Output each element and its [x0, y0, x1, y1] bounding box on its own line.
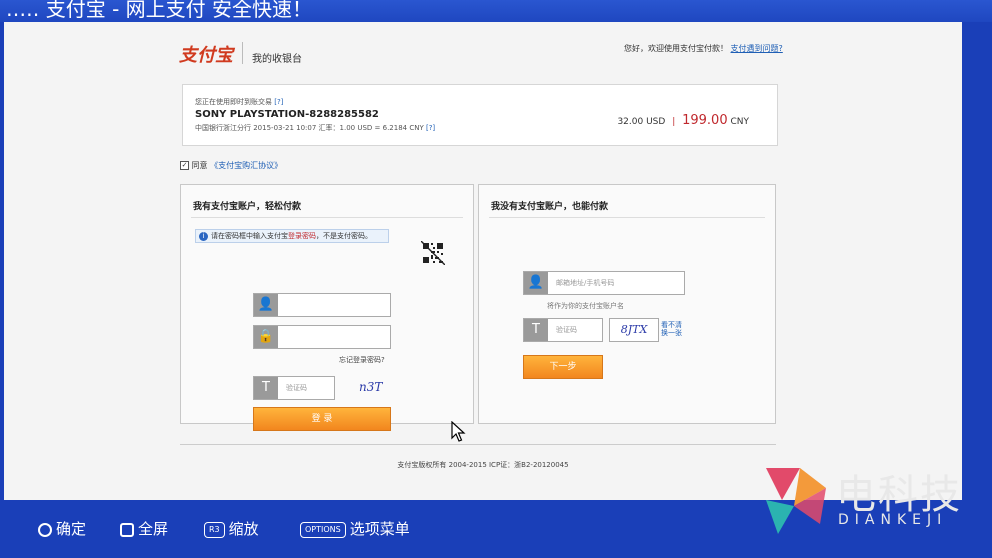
account-hint: 将作为你的支付宝账户名 — [547, 302, 624, 310]
zoom-label: 缩放 — [228, 520, 259, 538]
welcome-text: 您好，欢迎使用支付宝付款！ 支付遇到问题? — [624, 43, 783, 54]
agree-label: 同意 — [191, 161, 208, 170]
user-icon: 👤 — [524, 272, 548, 294]
options-label: 选项菜单 — [349, 520, 410, 538]
watermark-subtext: DIANKEJI — [838, 512, 948, 528]
circle-button-icon — [38, 522, 52, 537]
refresh-line-2: 换一张 — [661, 329, 682, 337]
notice-text-post: ，不是支付密码。 — [316, 232, 372, 240]
amount-separator: | — [672, 117, 676, 127]
mouse-cursor-icon — [451, 421, 466, 442]
footer-divider — [180, 444, 776, 445]
captcha-input[interactable]: T 验证码 — [523, 318, 603, 342]
amount-usd: 32.00 USD — [617, 117, 666, 127]
notice-text-highlight: 登录密码 — [288, 232, 316, 240]
exchange-help-link[interactable]: [?] — [426, 124, 435, 132]
guest-panel-title: 我没有支付宝账户，也能付款 — [491, 202, 609, 212]
confirm-label: 确定 — [56, 520, 87, 538]
email-phone-input[interactable]: 👤 邮箱地址/手机号码 — [523, 271, 685, 295]
lock-icon: 🔒 — [254, 326, 278, 348]
captcha-image[interactable]: n3T — [359, 380, 382, 394]
transaction-type-label: 您正在使用即时到账交易 — [195, 98, 272, 106]
cashier-title: 我的收银台 — [252, 54, 302, 65]
password-input[interactable]: 🔒 — [253, 325, 391, 349]
confirm-control[interactable]: 确定 — [38, 518, 86, 540]
watermark: 电科技 DIANKEJI — [764, 466, 974, 540]
alipay-logo[interactable]: 支付宝 — [179, 41, 233, 67]
password-notice: i 请在密码框中输入支付宝登录密码，不是支付密码。 — [195, 229, 389, 243]
zoom-control[interactable]: R3 缩放 — [204, 518, 259, 540]
login-panel: 我有支付宝账户，轻松付款 i 请在密码框中输入支付宝登录密码，不是支付密码。 👤 … — [180, 184, 474, 431]
login-button[interactable]: 登 录 — [253, 407, 391, 431]
order-summary: 您正在使用即时到账交易 [?] SONY PLAYSTATION-8288285… — [182, 84, 778, 146]
login-panel-title: 我有支付宝账户，轻松付款 — [193, 202, 302, 212]
captcha-image[interactable]: 8JTX — [609, 318, 659, 342]
agreement-row: ✓ 同意 《支付宝购汇协议》 — [180, 160, 282, 171]
forgot-password-link[interactable]: 忘记登录密码? — [339, 355, 385, 365]
refresh-captcha-link[interactable]: 看不清 换一张 — [661, 321, 682, 337]
exchange-rate: 中国银行浙江分行 2015-03-21 10:07 汇率：1.00 USD = … — [195, 123, 435, 133]
qr-code-icon[interactable] — [421, 241, 445, 265]
next-button[interactable]: 下一步 — [523, 355, 603, 379]
amount-cny: 199.00 — [682, 113, 728, 128]
guest-panel: 我没有支付宝账户，也能付款 👤 邮箱地址/手机号码 将作为你的支付宝账户名 T … — [478, 184, 776, 424]
options-control[interactable]: OPTIONS 选项菜单 — [300, 518, 410, 540]
welcome-message: 您好，欢迎使用支付宝付款！ — [624, 44, 728, 53]
exchange-rate-text: 中国银行浙江分行 2015-03-21 10:07 汇率：1.00 USD = … — [195, 124, 424, 132]
r3-button-icon: R3 — [204, 521, 225, 538]
captcha-placeholder: 验证码 — [556, 326, 577, 334]
text-icon: T — [254, 377, 278, 399]
user-icon: 👤 — [254, 294, 278, 316]
agreement-link[interactable]: 《支付宝购汇协议》 — [210, 161, 282, 170]
watermark-logo-icon — [766, 468, 826, 534]
panel-divider — [489, 217, 765, 218]
captcha-placeholder: 验证码 — [286, 384, 307, 392]
text-icon: T — [524, 319, 548, 341]
username-input[interactable]: 👤 — [253, 293, 391, 317]
square-button-icon — [120, 522, 134, 537]
header-divider — [242, 42, 243, 64]
options-button-icon: OPTIONS — [300, 521, 346, 538]
amount: 32.00 USD | 199.00 CNY — [617, 113, 749, 128]
captcha-input[interactable]: T 验证码 — [253, 376, 335, 400]
transaction-help-link[interactable]: [?] — [274, 98, 283, 106]
browser-page: 支付宝 我的收银台 您好，欢迎使用支付宝付款！ 支付遇到问题? 您正在使用即时到… — [4, 22, 962, 500]
merchant-name: SONY PLAYSTATION-8288285582 — [195, 109, 379, 120]
panel-divider — [191, 217, 463, 218]
window-title: ‥… 支付宝 - 网上支付 安全快速！ — [0, 0, 992, 22]
email-placeholder: 邮箱地址/手机号码 — [556, 279, 615, 287]
transaction-type: 您正在使用即时到账交易 [?] — [195, 97, 283, 107]
refresh-line-1: 看不清 — [661, 321, 682, 329]
help-link[interactable]: 支付遇到问题? — [731, 44, 783, 53]
agree-checkbox[interactable]: ✓ — [180, 161, 189, 170]
notice-text-pre: 请在密码框中输入支付宝 — [211, 232, 288, 240]
fullscreen-label: 全屏 — [138, 520, 169, 538]
fullscreen-control[interactable]: 全屏 — [120, 518, 168, 540]
amount-cny-unit: CNY — [730, 117, 749, 127]
info-icon: i — [199, 231, 208, 241]
